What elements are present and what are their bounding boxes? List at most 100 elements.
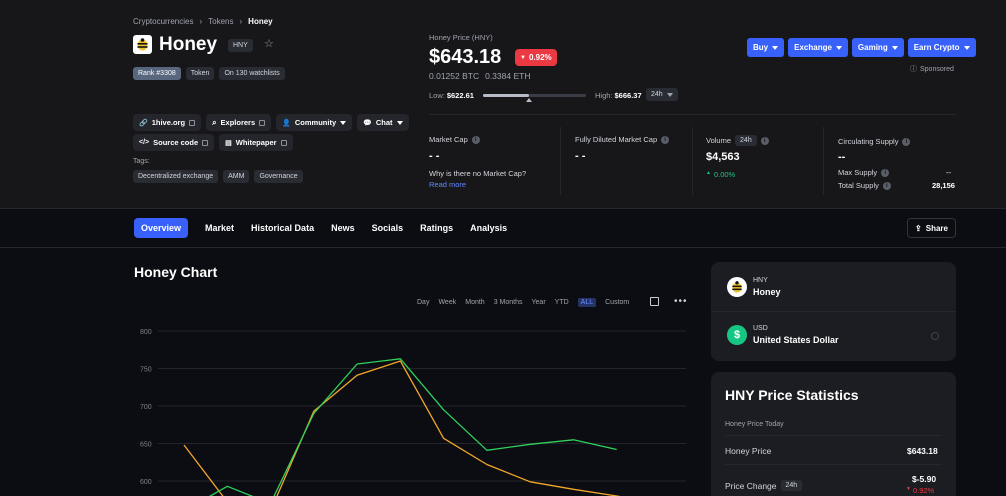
earn-crypto-button[interactable]: Earn Crypto xyxy=(907,38,976,57)
price-eth: 0.3384 ETH xyxy=(485,71,531,81)
breadcrumb-current: Honey xyxy=(248,17,273,26)
tags-label: Tags: xyxy=(133,158,150,165)
low-price: Low: $622.61 xyxy=(429,91,474,100)
watchlist-badge: On 130 watchlists xyxy=(219,67,285,80)
share-icon: ⇪ xyxy=(915,223,922,233)
y-tick-label: 600 xyxy=(140,479,152,486)
explorers-button[interactable]: ⌕ Explorers xyxy=(206,114,272,131)
converter-from-name: Honey xyxy=(753,287,781,297)
external-link-icon xyxy=(259,119,266,126)
chevron-down-icon xyxy=(340,120,347,125)
sponsored-label: ⓘ Sponsored xyxy=(910,65,954,74)
type-badge: Token xyxy=(185,67,215,80)
read-more-link[interactable]: Read more xyxy=(429,180,466,189)
tag-amm[interactable]: AMM xyxy=(223,170,250,183)
tab-historical-data[interactable]: Historical Data xyxy=(251,223,314,233)
chat-icon: 💬 xyxy=(363,119,372,127)
range-all[interactable]: ALL xyxy=(577,298,597,307)
external-link-icon xyxy=(202,139,209,146)
community-button[interactable]: 👤 Community xyxy=(276,114,353,131)
volume-change: ▲ 0.00% xyxy=(706,170,736,179)
price-btc: 0.01252 BTC xyxy=(429,71,480,81)
range-week[interactable]: Week xyxy=(438,299,456,306)
caret-up-icon: ▲ xyxy=(706,170,711,176)
info-icon[interactable]: i xyxy=(881,168,890,177)
more-options-icon[interactable]: ••• xyxy=(674,296,688,307)
external-link-icon xyxy=(189,119,196,126)
chat-button[interactable]: 💬 Chat xyxy=(357,114,409,131)
user-icon: 👤 xyxy=(282,119,291,127)
y-tick-label: 800 xyxy=(140,329,152,336)
range-day[interactable]: Day xyxy=(417,299,429,306)
price-chart[interactable]: 800 750 700 650 600 xyxy=(134,320,694,496)
tab-socials[interactable]: Socials xyxy=(372,223,404,233)
info-circle-icon: ⓘ xyxy=(910,66,917,73)
circulating-supply-label: Circulating Supply i xyxy=(838,137,911,146)
external-link-icon xyxy=(280,139,287,146)
fullscreen-icon[interactable] xyxy=(650,297,659,306)
range-3-months[interactable]: 3 Months xyxy=(494,299,523,306)
code-icon: </> xyxy=(139,139,150,146)
breadcrumb: Cryptocurrencies › Tokens › Honey xyxy=(133,17,273,26)
info-icon[interactable]: i xyxy=(902,137,911,146)
price-change-value: $-5.90 xyxy=(912,474,937,484)
exchange-button[interactable]: Exchange xyxy=(788,38,848,57)
link-icon: 🔗 xyxy=(139,119,148,127)
document-icon: ▤ xyxy=(225,139,232,147)
honey-price-value: $643.18 xyxy=(907,446,938,456)
breadcrumb-tokens[interactable]: Tokens xyxy=(208,17,233,26)
market-cap-value: - - xyxy=(429,150,440,162)
tab-ratings[interactable]: Ratings xyxy=(420,223,453,233)
dollar-icon: $ xyxy=(727,325,747,345)
gaming-button[interactable]: Gaming xyxy=(851,38,904,57)
total-supply-value: 28,156 xyxy=(932,181,955,190)
range-custom[interactable]: Custom xyxy=(605,299,629,306)
fdmc-label: Fully Diluted Market Cap i xyxy=(575,135,670,144)
rank-badge: Rank #3308 xyxy=(133,67,181,80)
tag-decentralized-exchange[interactable]: Decentralized exchange xyxy=(133,170,219,183)
market-cap-label: Market Cap i xyxy=(429,135,480,144)
total-supply-label: Total Supply i xyxy=(838,181,891,190)
chevron-right-icon: › xyxy=(199,17,203,26)
search-icon: ⌕ xyxy=(212,117,217,127)
price-change-badge: ▼ 0.92% xyxy=(515,49,557,66)
coin-name: Honey xyxy=(159,34,218,55)
tab-news[interactable]: News xyxy=(331,223,355,233)
breadcrumb-cryptocurrencies[interactable]: Cryptocurrencies xyxy=(133,17,193,26)
chevron-down-icon xyxy=(666,92,673,97)
price-value: $643.18 xyxy=(429,46,502,68)
price-change-label: Price Change 24h xyxy=(725,480,803,491)
tag-governance[interactable]: Governance xyxy=(254,170,303,183)
series-line-1 xyxy=(208,358,617,496)
coin-symbol-badge: HNY xyxy=(228,39,253,52)
buy-button[interactable]: Buy xyxy=(747,38,785,57)
whitepaper-link[interactable]: ▤ Whitepaper xyxy=(219,134,293,151)
y-tick-label: 700 xyxy=(140,404,152,411)
max-supply-label: Max Supply i xyxy=(838,168,890,177)
tab-market[interactable]: Market xyxy=(205,223,234,233)
range-year[interactable]: Year xyxy=(532,299,546,306)
tab-overview[interactable]: Overview xyxy=(134,218,189,238)
website-link[interactable]: 🔗 1hive.org xyxy=(133,114,202,131)
chevron-down-icon xyxy=(396,120,403,125)
page: Cryptocurrencies › Tokens › Honey Honey … xyxy=(0,0,1006,496)
range-month[interactable]: Month xyxy=(465,299,484,306)
honey-price-label: Honey Price xyxy=(725,446,772,456)
share-button[interactable]: ⇪ Share xyxy=(907,218,956,238)
info-icon[interactable]: i xyxy=(661,135,670,144)
y-tick-label: 750 xyxy=(140,367,152,374)
volume-period-badge: 24h xyxy=(735,135,757,146)
info-icon[interactable]: i xyxy=(760,136,769,145)
tab-analysis[interactable]: Analysis xyxy=(470,223,507,233)
converter-value-input[interactable] xyxy=(931,332,939,340)
chevron-right-icon: › xyxy=(239,17,243,26)
chart-title: Honey Chart xyxy=(134,264,218,280)
range-period-select[interactable]: 24h xyxy=(646,88,678,101)
info-icon[interactable]: i xyxy=(882,181,891,190)
range-ytd[interactable]: YTD xyxy=(555,299,569,306)
star-icon[interactable]: ☆ xyxy=(264,37,274,50)
source-code-link[interactable]: </> Source code xyxy=(133,134,215,151)
chevron-down-icon xyxy=(835,45,842,50)
info-icon[interactable]: i xyxy=(471,135,480,144)
caret-down-icon: ▼ xyxy=(520,54,526,61)
